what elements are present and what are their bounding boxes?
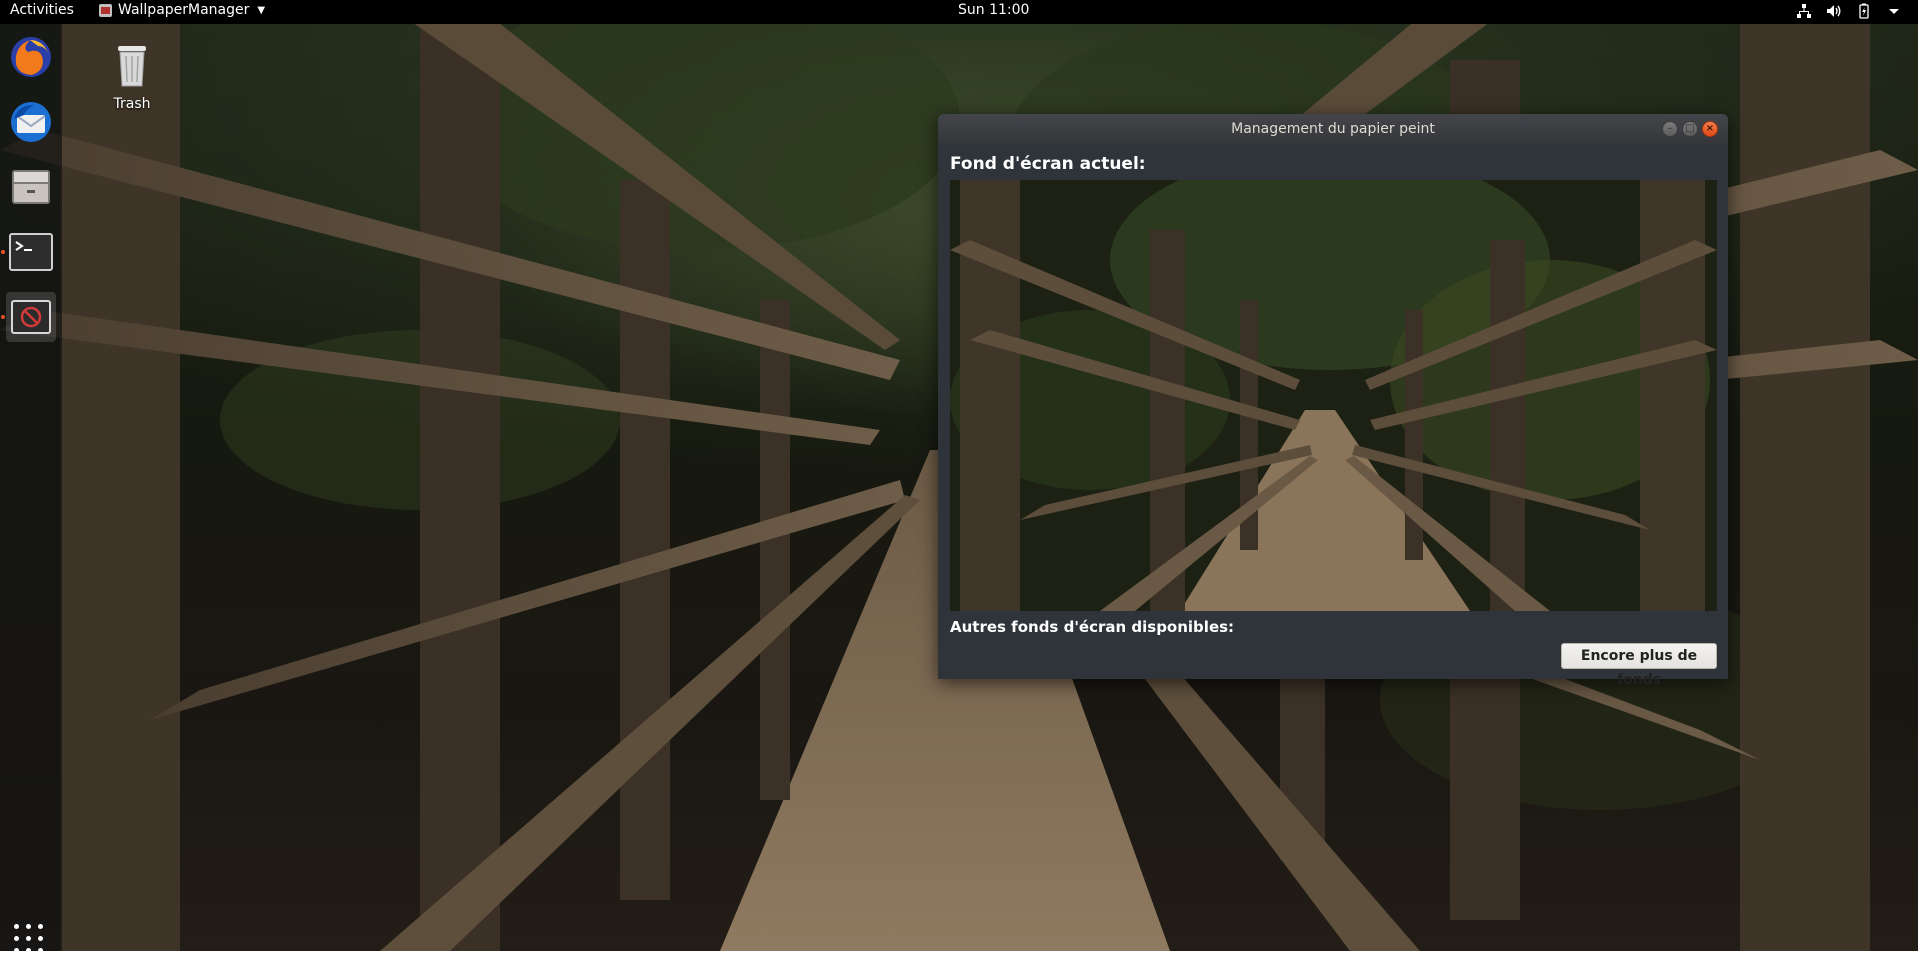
current-wallpaper-preview — [950, 180, 1717, 611]
window-title: Management du papier peint — [1231, 121, 1435, 137]
firefox-icon[interactable] — [6, 32, 56, 82]
top-bar: Activities WallpaperManager ▼ Sun 11:00 — [0, 0, 1918, 24]
files-icon[interactable] — [6, 162, 56, 212]
system-tray[interactable] — [1796, 3, 1902, 19]
clock[interactable]: Sun 11:00 — [958, 2, 1029, 18]
app-menu-label: WallpaperManager — [118, 2, 250, 18]
trash-desktop-item[interactable]: Trash — [104, 44, 160, 112]
thunderbird-icon[interactable] — [6, 97, 56, 147]
wallpaper-manager-window: Management du papier peint – □ × Fond d'… — [938, 114, 1728, 688]
wallpaper-manager-app-icon — [99, 3, 112, 17]
trash-label: Trash — [113, 96, 151, 112]
system-menu-caret-icon[interactable] — [1886, 3, 1902, 19]
window-titlebar[interactable]: Management du papier peint – □ × — [938, 114, 1728, 144]
apps-grid-icon[interactable] — [14, 924, 46, 956]
trash-icon — [118, 46, 146, 87]
wallpaper-manager-dock-icon[interactable] — [6, 292, 56, 342]
network-icon[interactable] — [1796, 3, 1812, 19]
close-button[interactable]: × — [1702, 121, 1718, 137]
volume-icon[interactable] — [1826, 3, 1842, 19]
dock — [0, 24, 62, 953]
maximize-button[interactable]: □ — [1682, 121, 1698, 137]
window-controls: – □ × — [1662, 121, 1718, 137]
activities-button[interactable]: Activities — [10, 2, 74, 18]
chevron-down-icon: ▼ — [257, 4, 266, 16]
app-menu[interactable]: WallpaperManager ▼ — [99, 2, 265, 18]
current-wallpaper-label: Fond d'écran actuel: — [950, 154, 1146, 174]
running-indicator — [1, 250, 5, 254]
minimize-button[interactable]: – — [1662, 121, 1678, 137]
other-wallpapers-label: Autres fonds d'écran disponibles: — [950, 618, 1235, 636]
running-indicator — [1, 315, 5, 319]
battery-icon[interactable] — [1856, 3, 1872, 19]
wallpaper-preview-image — [950, 180, 1717, 611]
terminal-icon[interactable] — [6, 227, 56, 277]
more-wallpapers-button[interactable]: Encore plus de fonds — [1561, 643, 1717, 688]
